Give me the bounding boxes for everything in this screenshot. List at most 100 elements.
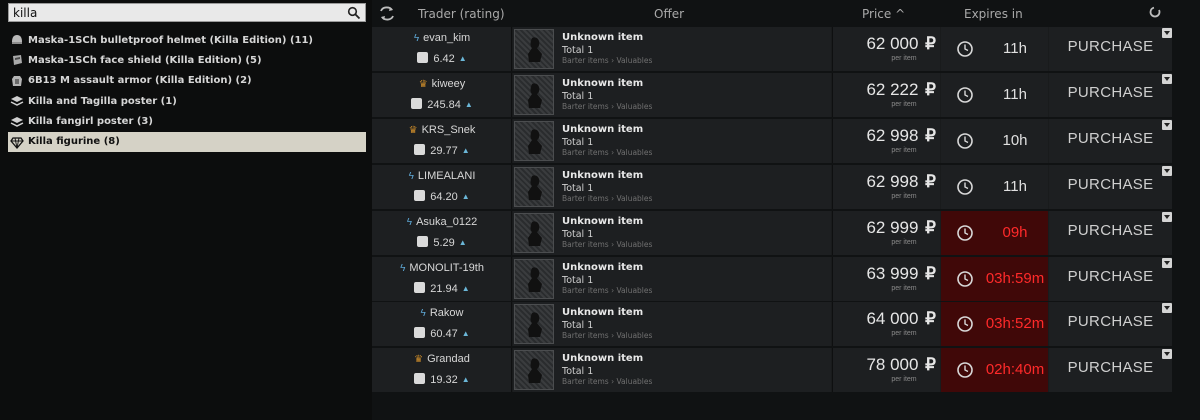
trader-rating: 29.77 ▲ <box>372 143 512 157</box>
purchase-button[interactable]: PURCHASE <box>1049 268 1172 285</box>
arrow-up-icon: ▲ <box>458 54 467 63</box>
search-input[interactable]: killa <box>8 3 366 22</box>
refresh-icon[interactable] <box>1148 5 1162 19</box>
arrow-up-icon: ▲ <box>461 145 470 155</box>
purchase-button[interactable]: PURCHASE <box>1049 38 1172 55</box>
header-price[interactable]: Price ^ <box>862 7 905 21</box>
rating-value: 19.32 <box>430 374 458 387</box>
item-thumbnail[interactable] <box>514 166 554 207</box>
trader-name[interactable]: ♛ kiweey <box>372 78 512 90</box>
offer-item-category: Barter items › Valuables <box>562 239 653 249</box>
dropdown-icon[interactable] <box>1162 303 1172 314</box>
trader-name[interactable]: ♛ KRS_Snek <box>372 124 512 136</box>
search-result-item[interactable]: Maska-1SCh face shield (Killa Edition) (… <box>8 50 366 70</box>
header-expires[interactable]: Expires in <box>964 7 1023 21</box>
price-amount: 62 000 <box>866 34 919 53</box>
item-thumbnail[interactable] <box>514 120 554 161</box>
armor-icon <box>10 74 24 88</box>
search-panel: killa Maska-1SCh bulletproof helmet (Kil… <box>0 0 372 420</box>
rating-icon <box>414 327 426 339</box>
price-per-item: per item <box>891 284 917 292</box>
rating-value: 21.94 <box>430 282 458 295</box>
offer-row: ♛ kiweey 245.84 ▲ Unknown item Total 1 Bar… <box>372 72 1172 117</box>
arrow-up-icon: ▲ <box>461 329 470 339</box>
trader-name[interactable]: ϟ evan_kim <box>372 32 512 44</box>
diamond-icon <box>10 135 24 149</box>
purchase-button[interactable]: PURCHASE <box>1049 84 1172 101</box>
offer-row: ϟ MONOLIT-19th 21.94 ▲ Unknown item Total … <box>372 256 1172 301</box>
search-result-label: Maska-1SCh bulletproof helmet (Killa Edi… <box>28 34 314 46</box>
offer-item-total: Total 1 <box>562 228 594 240</box>
trader-name-text: Grandad <box>427 353 470 366</box>
item-thumbnail[interactable] <box>514 350 554 391</box>
offer-row: ϟ Asuka_0122 5.29 ▲ Unknown item Total 1 B… <box>372 210 1172 255</box>
purchase-button[interactable]: PURCHASE <box>1049 176 1172 193</box>
trader-name[interactable]: ϟ LIMEALANI <box>372 170 512 182</box>
ruble-icon: ₽ <box>920 263 936 283</box>
dropdown-icon[interactable] <box>1162 28 1172 38</box>
offer-item-total: Total 1 <box>562 136 594 148</box>
trader-rating: 64.20 ▲ <box>372 189 512 203</box>
price-per-item: per item <box>891 146 917 154</box>
rating-icon <box>414 373 426 385</box>
trader-name[interactable]: ϟ MONOLIT-19th <box>372 262 512 274</box>
purchase-button[interactable]: PURCHASE <box>1049 130 1172 147</box>
figurine-silhouette-icon <box>528 175 542 200</box>
figurine-silhouette-icon <box>528 129 542 154</box>
search-icon[interactable] <box>347 6 361 20</box>
dropdown-icon[interactable] <box>1162 211 1172 222</box>
trader-name[interactable]: ϟ Rakow <box>372 307 512 319</box>
sync-icon[interactable] <box>378 5 396 22</box>
search-result-item[interactable]: Killa figurine (8) <box>8 131 366 152</box>
search-result-label: Killa and Tagilla poster (1) <box>28 95 177 107</box>
trader-name-text: KRS_Snek <box>421 123 476 136</box>
dropdown-icon[interactable] <box>1162 73 1172 84</box>
search-result-item[interactable]: 6B13 M assault armor (Killa Edition) (2) <box>8 71 366 91</box>
expires-time: 02h:40m <box>985 361 1045 379</box>
expires-time: 03h:59m <box>985 269 1045 287</box>
item-thumbnail[interactable] <box>514 74 554 115</box>
item-thumbnail[interactable] <box>514 212 554 253</box>
offer-item-total: Total 1 <box>562 274 594 286</box>
search-result-label: 6B13 M assault armor (Killa Edition) (2) <box>28 75 252 87</box>
offer-item-name: Unknown item <box>562 123 644 135</box>
dropdown-icon[interactable] <box>1162 349 1172 360</box>
purchase-button[interactable]: PURCHASE <box>1049 222 1172 239</box>
offer-cell <box>513 164 831 209</box>
offer-item-name: Unknown item <box>562 307 644 319</box>
offer-row: ♛ Grandad 19.32 ▲ Unknown item Total 1 Bar… <box>372 348 1172 393</box>
search-result-item[interactable]: Maska-1SCh bulletproof helmet (Killa Edi… <box>8 30 366 50</box>
rating-value: 5.29 <box>433 236 455 249</box>
purchase-button[interactable]: PURCHASE <box>1049 313 1172 330</box>
search-result-item[interactable]: Killa and Tagilla poster (1) <box>8 91 366 111</box>
dropdown-icon[interactable] <box>1162 257 1172 268</box>
rating-icon <box>417 235 429 247</box>
item-thumbnail[interactable] <box>514 304 554 345</box>
ruble-icon: ₽ <box>920 217 936 237</box>
offer-price: 78 000 ₽ <box>848 355 936 375</box>
face-shield-icon <box>10 53 24 67</box>
figurine-silhouette-icon <box>528 37 542 62</box>
trader-rating: 21.94 ▲ <box>372 281 512 295</box>
header-trader[interactable]: Trader (rating) <box>418 7 505 21</box>
search-result-item[interactable]: Killa fangirl poster (3) <box>8 112 366 132</box>
rating-icon <box>414 189 426 201</box>
arrow-up-icon: ▲ <box>458 237 467 247</box>
purchase-button[interactable]: PURCHASE <box>1049 359 1172 376</box>
dropdown-icon[interactable] <box>1162 165 1172 176</box>
offer-cell <box>513 118 831 163</box>
crown-icon: ♛ <box>408 124 418 136</box>
trader-name[interactable]: ♛ Grandad <box>372 353 512 365</box>
trader-name-text: Asuka_0122 <box>416 215 478 228</box>
item-thumbnail[interactable] <box>514 258 554 299</box>
offer-row: ϟ LIMEALANI 64.20 ▲ Unknown item Total 1 B… <box>372 164 1172 209</box>
offer-price: 62 999 ₽ <box>848 218 936 238</box>
bolt-icon: ϟ <box>420 308 426 320</box>
item-thumbnail[interactable] <box>514 29 554 69</box>
trader-rating: 60.47 ▲ <box>372 327 512 340</box>
dropdown-icon[interactable] <box>1162 119 1172 130</box>
search-result-label: Maska-1SCh face shield (Killa Edition) (… <box>28 54 262 66</box>
price-per-item: per item <box>891 100 917 108</box>
ruble-icon: ₽ <box>920 125 936 145</box>
trader-name[interactable]: ϟ Asuka_0122 <box>372 216 512 228</box>
